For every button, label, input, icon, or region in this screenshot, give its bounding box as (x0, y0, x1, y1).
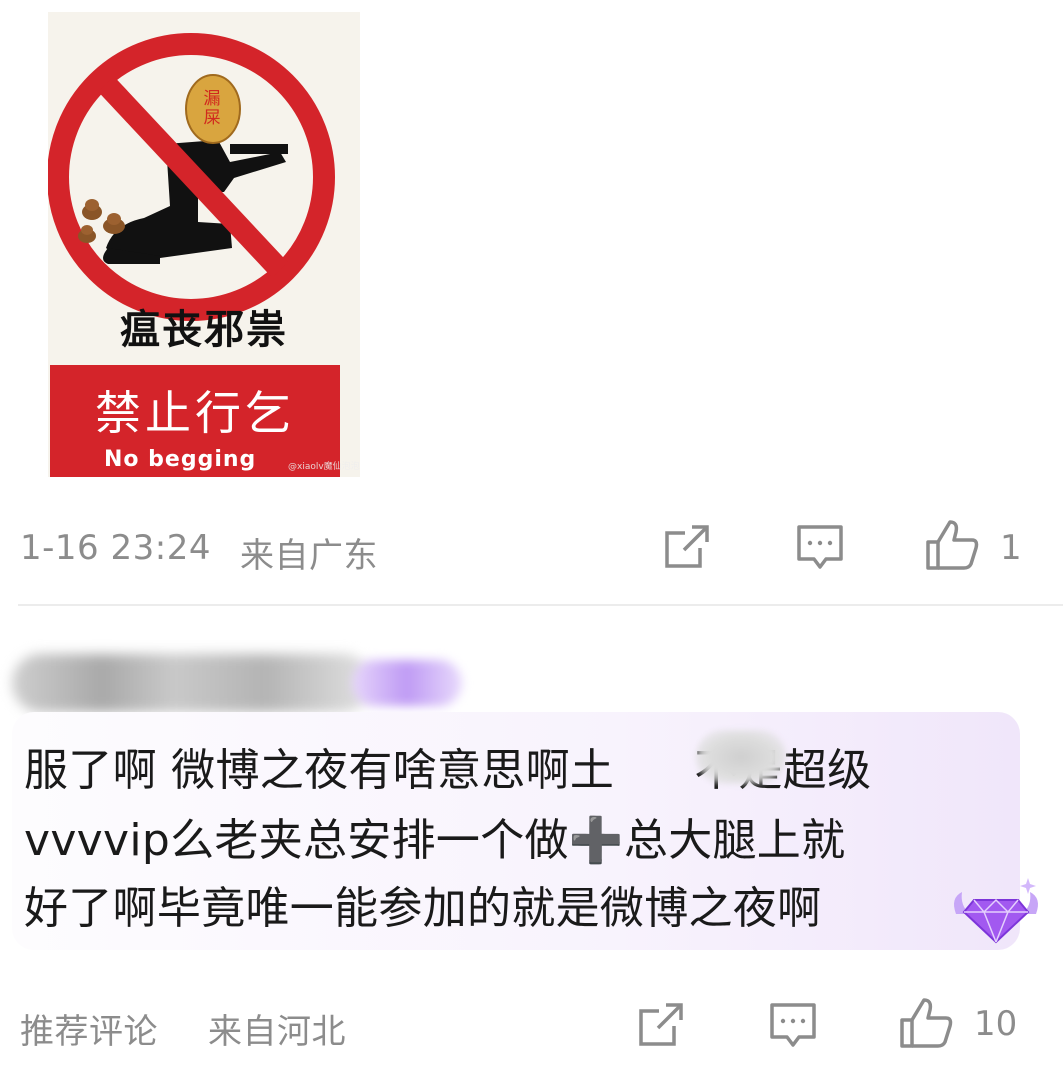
post-image[interactable]: 漏屎 瘟丧邪祟 禁止行乞 No begging @xiaolv魔仙泡泡 (48, 12, 360, 477)
diamond-badge-icon (948, 870, 1044, 956)
share-icon[interactable] (662, 522, 712, 572)
potato-label: 漏屎 (203, 89, 221, 128)
sign-top-text: 瘟丧邪祟 (120, 307, 288, 353)
section-divider (18, 604, 1063, 606)
sign-chinese-text: 禁止行乞 (95, 386, 295, 440)
recommended-comment-label: 推荐评论 (20, 1012, 158, 1052)
like-icon[interactable] (898, 996, 954, 1050)
comment-location: 来自河北 (208, 1012, 346, 1052)
like-icon[interactable] (924, 518, 980, 572)
comment-bubble[interactable]: 服了啊 微博之夜有啥意思啊土 不是超级 vvvvip么老夹总安排一个做➕总大腿上就… (12, 712, 1020, 950)
like-count: 1 (1000, 528, 1022, 568)
comment-like-count: 10 (974, 1004, 1018, 1044)
share-icon[interactable] (636, 1000, 686, 1050)
comment-icon[interactable] (795, 522, 845, 572)
plus-emoji-icon: ➕ (568, 815, 624, 866)
blurred-username[interactable] (12, 648, 462, 720)
comment-text-line-3: 好了啊毕竟唯一能参加的就是微博之夜啊 (24, 883, 822, 934)
sign-english-text: No begging (104, 447, 257, 472)
post-timestamp: 1-16 23:24 (20, 528, 211, 568)
comment-text-line-2: vvvvip么老夹总安排一个做➕总大腿上就 (24, 815, 846, 866)
image-watermark: @xiaolv魔仙泡泡 (288, 462, 360, 472)
post-location: 来自广东 (240, 536, 378, 576)
comment-icon[interactable] (768, 1000, 818, 1050)
redacted-text-blur (696, 730, 786, 784)
